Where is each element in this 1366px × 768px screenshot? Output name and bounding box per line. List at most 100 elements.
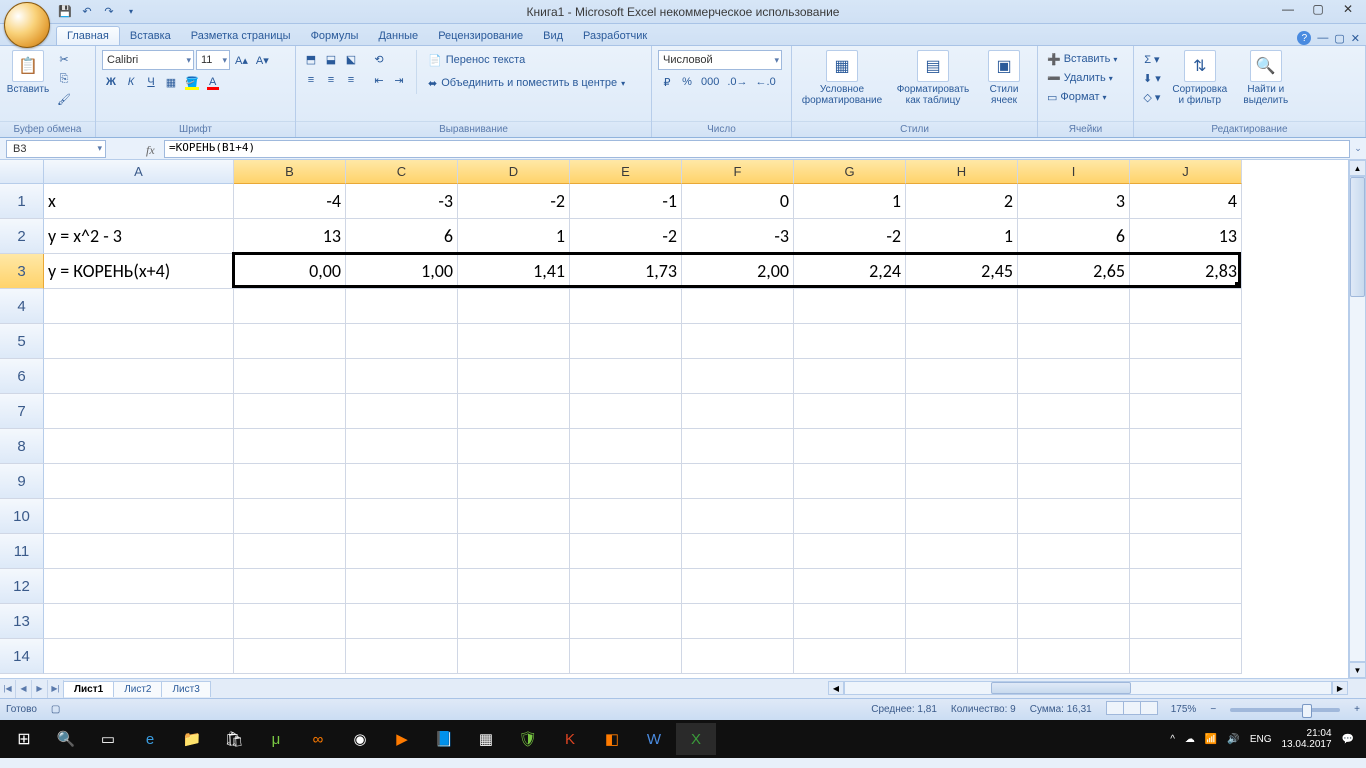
cell-C12[interactable] (346, 569, 458, 604)
align-bottom-icon[interactable]: ⬕ (342, 50, 360, 68)
cell-F10[interactable] (682, 499, 794, 534)
row-header-1[interactable]: 1 (0, 184, 44, 219)
fx-icon[interactable]: fx (146, 143, 158, 155)
cell-C13[interactable] (346, 604, 458, 639)
excel-icon[interactable]: X (676, 723, 716, 755)
cell-C9[interactable] (346, 464, 458, 499)
cell-H2[interactable]: 1 (906, 219, 1018, 254)
cell-H10[interactable] (906, 499, 1018, 534)
cell-I14[interactable] (1018, 639, 1130, 674)
cell-G4[interactable] (794, 289, 906, 324)
close-button[interactable]: ✕ (1334, 0, 1362, 18)
scroll-up-icon[interactable]: ▲ (1349, 160, 1366, 176)
cell-C6[interactable] (346, 359, 458, 394)
cell-H1[interactable]: 2 (906, 184, 1018, 219)
explorer-icon[interactable]: 📁 (172, 723, 212, 755)
cell-F7[interactable] (682, 394, 794, 429)
cell-F5[interactable] (682, 324, 794, 359)
clear-icon[interactable]: ◇ ▾ (1140, 88, 1164, 106)
vertical-scrollbar[interactable]: ▲ ▼ (1348, 160, 1366, 678)
word-icon[interactable]: W (634, 723, 674, 755)
cell-A10[interactable] (44, 499, 234, 534)
cell-J1[interactable]: 4 (1130, 184, 1242, 219)
task-view-icon[interactable]: ▭ (88, 723, 128, 755)
cell-E11[interactable] (570, 534, 682, 569)
cell-D1[interactable]: -2 (458, 184, 570, 219)
align-right-icon[interactable]: ≡ (342, 71, 360, 89)
col-header-A[interactable]: A (44, 160, 234, 184)
cell-H13[interactable] (906, 604, 1018, 639)
select-all-corner[interactable] (0, 160, 44, 184)
row-header-9[interactable]: 9 (0, 464, 44, 499)
cell-G11[interactable] (794, 534, 906, 569)
help-icon[interactable]: ? (1297, 31, 1311, 45)
scroll-left-icon[interactable]: ◀ (828, 681, 844, 695)
cell-E12[interactable] (570, 569, 682, 604)
cell-G14[interactable] (794, 639, 906, 674)
align-center-icon[interactable]: ≡ (322, 71, 340, 89)
ribbon-close-icon[interactable]: ✕ (1351, 32, 1360, 45)
align-top-icon[interactable]: ⬒ (302, 50, 320, 68)
maximize-button[interactable]: ▢ (1304, 0, 1332, 18)
cell-D7[interactable] (458, 394, 570, 429)
tab-data[interactable]: Данные (368, 27, 428, 45)
col-header-F[interactable]: F (682, 160, 794, 184)
cell-H5[interactable] (906, 324, 1018, 359)
cell-F12[interactable] (682, 569, 794, 604)
cell-F13[interactable] (682, 604, 794, 639)
cell-J4[interactable] (1130, 289, 1242, 324)
store-icon[interactable]: 🛍 (214, 723, 254, 755)
cell-B1[interactable]: -4 (234, 184, 346, 219)
cell-B8[interactable] (234, 429, 346, 464)
formula-expand-icon[interactable]: ⌄ (1350, 143, 1366, 154)
cell-A8[interactable] (44, 429, 234, 464)
cell-D2[interactable]: 1 (458, 219, 570, 254)
hscroll-thumb[interactable] (991, 682, 1131, 694)
cell-I3[interactable]: 2,65 (1018, 254, 1130, 289)
cell-A3[interactable]: y = КОРЕНЬ(x+4) (44, 254, 234, 289)
cell-I11[interactable] (1018, 534, 1130, 569)
cell-E6[interactable] (570, 359, 682, 394)
tab-insert[interactable]: Вставка (120, 27, 181, 45)
horizontal-scrollbar[interactable]: ◀ ▶ (828, 680, 1348, 696)
cell-J12[interactable] (1130, 569, 1242, 604)
cell-I5[interactable] (1018, 324, 1130, 359)
cell-I6[interactable] (1018, 359, 1130, 394)
cell-F1[interactable]: 0 (682, 184, 794, 219)
grow-font-icon[interactable]: A▴ (232, 51, 251, 69)
sheet-tab-Лист1[interactable]: Лист1 (63, 681, 114, 697)
tray-volume-icon[interactable]: 🔊 (1227, 734, 1239, 745)
orientation-icon[interactable]: ⟲ (370, 50, 388, 68)
font-name-combo[interactable]: Calibri (102, 50, 194, 70)
cell-J5[interactable] (1130, 324, 1242, 359)
cell-E8[interactable] (570, 429, 682, 464)
col-header-J[interactable]: J (1130, 160, 1242, 184)
cell-I10[interactable] (1018, 499, 1130, 534)
insert-cells-button[interactable]: ➕Вставить▾ (1044, 50, 1128, 68)
row-header-3[interactable]: 3 (0, 254, 44, 289)
cell-B3[interactable]: 0,00 (234, 254, 346, 289)
increase-decimal-icon[interactable]: .0→ (724, 73, 750, 91)
cell-D10[interactable] (458, 499, 570, 534)
tray-chevron-icon[interactable]: ^ (1170, 734, 1175, 745)
col-header-H[interactable]: H (906, 160, 1018, 184)
cell-H9[interactable] (906, 464, 1018, 499)
cell-H4[interactable] (906, 289, 1018, 324)
cell-D4[interactable] (458, 289, 570, 324)
cell-J2[interactable]: 13 (1130, 219, 1242, 254)
cell-B6[interactable] (234, 359, 346, 394)
cell-E7[interactable] (570, 394, 682, 429)
cell-B9[interactable] (234, 464, 346, 499)
cell-I7[interactable] (1018, 394, 1130, 429)
cell-C11[interactable] (346, 534, 458, 569)
cell-B10[interactable] (234, 499, 346, 534)
tab-home[interactable]: Главная (56, 26, 120, 45)
bold-button[interactable]: Ж (102, 73, 120, 91)
cell-E2[interactable]: -2 (570, 219, 682, 254)
autosum-icon[interactable]: Σ ▾ (1140, 50, 1164, 68)
cell-E14[interactable] (570, 639, 682, 674)
cell-F3[interactable]: 2,00 (682, 254, 794, 289)
cell-A6[interactable] (44, 359, 234, 394)
align-middle-icon[interactable]: ⬓ (322, 50, 340, 68)
comma-icon[interactable]: 000 (698, 73, 722, 91)
